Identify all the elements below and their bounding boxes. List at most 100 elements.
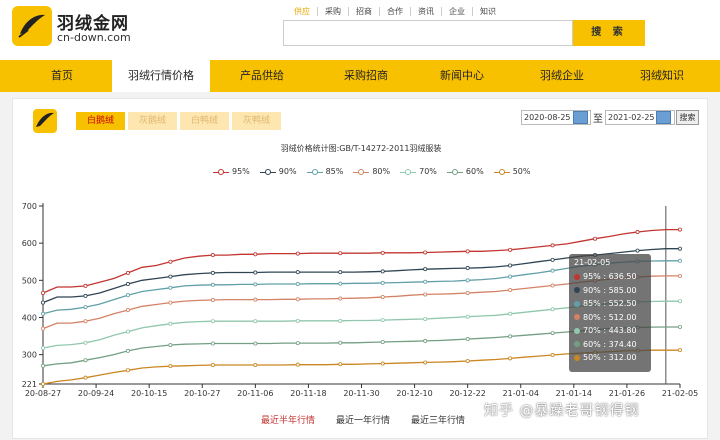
- y-tick-label: 221: [22, 380, 37, 389]
- data-point: [40, 326, 45, 331]
- data-point: [635, 230, 640, 235]
- data-point: [380, 280, 385, 285]
- data-point: [465, 249, 470, 254]
- price-card: 白鹅绒 灰鹅绒 白鸭绒 灰鸭绒 2020-08-25 至 2021-02-25 …: [12, 98, 708, 439]
- data-point: [338, 318, 343, 323]
- data-point: [678, 246, 683, 251]
- data-point: [423, 360, 428, 365]
- data-point: [83, 375, 88, 380]
- data-point: [210, 341, 215, 346]
- top-link-cooperate[interactable]: 合作: [379, 7, 410, 16]
- x-tick-label: 21-01-04: [503, 389, 539, 398]
- nav-companies[interactable]: 羽绒企业: [520, 60, 604, 92]
- data-point: [125, 270, 130, 275]
- data-point: [125, 329, 130, 334]
- data-point: [253, 282, 258, 287]
- link-three-year[interactable]: 最近三年行情: [411, 413, 465, 426]
- y-tick-label: 500: [22, 276, 37, 285]
- x-tick-label: 21-01-14: [556, 389, 592, 398]
- data-point: [338, 362, 343, 367]
- top-link-knowledge[interactable]: 知识: [472, 7, 503, 16]
- data-point: [465, 337, 470, 342]
- x-tick-label: 20-12-22: [450, 389, 486, 398]
- data-point: [550, 257, 555, 262]
- data-point: [465, 358, 470, 363]
- data-point: [678, 273, 683, 278]
- data-point: [125, 308, 130, 313]
- data-point: [168, 321, 173, 326]
- data-point: [40, 363, 45, 368]
- data-point: [40, 381, 45, 386]
- y-tick-label: 600: [22, 239, 37, 248]
- data-point: [380, 340, 385, 345]
- watermark: 知乎 @暴躁老哥钢得钢: [484, 403, 640, 419]
- data-point: [83, 305, 88, 310]
- top-link-recruit[interactable]: 招商: [348, 7, 379, 16]
- data-point: [295, 270, 300, 275]
- x-tick-label: 21-02-05: [662, 389, 698, 398]
- data-point: [380, 269, 385, 274]
- main-nav: 首页 羽绒行情价格 产品供给 采购招商 新闻中心 羽绒企业 羽绒知识: [0, 60, 720, 92]
- link-half-year[interactable]: 最近半年行情: [261, 413, 315, 426]
- data-point: [83, 319, 88, 324]
- nav-price[interactable]: 羽绒行情价格: [112, 60, 210, 92]
- data-point: [295, 282, 300, 287]
- data-point: [423, 292, 428, 297]
- data-point: [168, 364, 173, 369]
- data-point: [550, 268, 555, 273]
- data-point: [168, 342, 173, 347]
- data-point: [678, 299, 683, 304]
- data-point: [678, 348, 683, 353]
- nav-supply[interactable]: 产品供给: [220, 60, 304, 92]
- nav-home[interactable]: 首页: [22, 60, 102, 92]
- data-point: [508, 287, 513, 292]
- nav-knowledge[interactable]: 羽绒知识: [620, 60, 704, 92]
- site-logo[interactable]: [12, 6, 52, 46]
- tooltip-row: 50% : 312.00: [574, 351, 646, 365]
- search-button[interactable]: 搜 索: [573, 20, 645, 46]
- tooltip-row: 60% : 374.40: [574, 338, 646, 352]
- data-point: [83, 340, 88, 345]
- data-point: [380, 318, 385, 323]
- data-point: [253, 319, 258, 324]
- data-point: [125, 348, 130, 353]
- x-tick-label: 20-10-27: [184, 389, 220, 398]
- data-point: [465, 278, 470, 283]
- tooltip-row: 80% : 512.00: [574, 311, 646, 325]
- data-point: [678, 324, 683, 329]
- data-point: [593, 236, 598, 241]
- data-point: [508, 334, 513, 339]
- search-input[interactable]: [283, 20, 573, 46]
- top-link-company[interactable]: 企业: [441, 7, 472, 16]
- data-point: [40, 300, 45, 305]
- data-point: [295, 297, 300, 302]
- x-tick-label: 20-08-27: [25, 389, 61, 398]
- tooltip-row: 70% : 443.80: [574, 324, 646, 338]
- tooltip-date: 21-02-05: [574, 258, 611, 267]
- data-point: [423, 316, 428, 321]
- nav-news[interactable]: 新闻中心: [420, 60, 504, 92]
- link-one-year[interactable]: 最近一年行情: [336, 413, 390, 426]
- data-point: [465, 314, 470, 319]
- top-link-news[interactable]: 资讯: [410, 7, 441, 16]
- data-point: [210, 319, 215, 324]
- data-point: [465, 290, 470, 295]
- data-point: [508, 247, 513, 252]
- data-point: [210, 363, 215, 368]
- data-point: [83, 283, 88, 288]
- top-links: 供应 采购 招商 合作 资讯 企业 知识: [287, 7, 503, 16]
- top-link-purchase[interactable]: 采购: [317, 7, 348, 16]
- data-point: [295, 362, 300, 367]
- chart-tooltip: 21-02-05 95% : 636.50 90% : 585.00 85% :…: [569, 254, 651, 372]
- feather-logo-icon: [18, 14, 45, 38]
- tooltip-row: 95% : 636.50: [574, 270, 646, 284]
- data-point: [210, 253, 215, 258]
- top-link-supply[interactable]: 供应: [287, 7, 317, 16]
- data-point: [550, 307, 555, 312]
- data-point: [550, 353, 555, 358]
- data-point: [550, 243, 555, 248]
- tooltip-row: 90% : 585.00: [574, 284, 646, 298]
- data-point: [210, 282, 215, 287]
- x-tick-label: 20-09-24: [78, 389, 114, 398]
- nav-purchase[interactable]: 采购招商: [320, 60, 412, 92]
